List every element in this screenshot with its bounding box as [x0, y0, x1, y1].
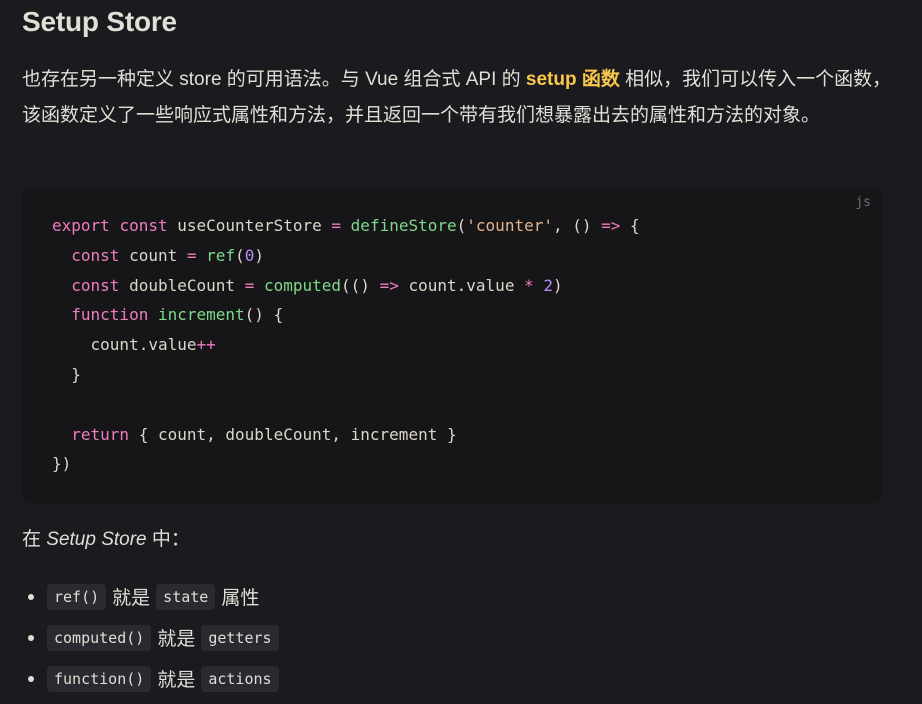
inline-code: function() — [47, 665, 152, 692]
subheading-emphasis: Setup Store — [46, 529, 147, 550]
subheading-suffix: 中： — [146, 529, 190, 550]
bullet-icon — [28, 593, 34, 600]
code-line: }) — [52, 454, 72, 474]
list-item-verb: 就是 — [157, 629, 196, 650]
setup-store-subheading: 在 Setup Store 中： — [22, 524, 190, 556]
bullet-icon — [28, 675, 34, 682]
intro-text-1: 也存在另一种定义 store 的可用语法。与 Vue 组合式 API 的 — [22, 69, 526, 90]
list-item: function() 就是 actions — [22, 658, 279, 699]
code-language-label: js — [855, 195, 871, 210]
inline-code: ref() — [47, 583, 107, 610]
list-item-suffix: 属性 — [221, 588, 260, 609]
code-line: return { count, doubleCount, increment } — [71, 424, 457, 444]
bullet-icon — [28, 634, 34, 641]
list-item: computed() 就是 getters — [22, 617, 279, 658]
subheading-prefix: 在 — [22, 529, 47, 550]
code-line: const doubleCount = computed(() => count… — [71, 275, 563, 295]
intro-paragraph: 也存在另一种定义 store 的可用语法。与 Vue 组合式 API 的 set… — [22, 62, 894, 134]
mapping-list: ref() 就是 state 属性 computed() 就是 getters … — [22, 576, 279, 699]
inline-code: computed() — [47, 624, 152, 651]
code-line: count.value++ — [90, 335, 216, 355]
code-line: function increment() { — [71, 305, 284, 325]
inline-code: actions — [201, 665, 279, 692]
code-line: } — [52, 364, 81, 384]
code-content: export const useCounterStore = defineSto… — [52, 211, 640, 479]
list-item-verb: 就是 — [112, 588, 151, 609]
list-item-verb: 就是 — [157, 670, 196, 691]
setup-function-link[interactable]: setup 函数 — [526, 69, 620, 90]
inline-code: state — [156, 583, 216, 610]
page-title: Setup Store — [22, 6, 177, 37]
list-item: ref() 就是 state 属性 — [22, 576, 279, 617]
code-line: const count = ref(0) — [71, 245, 264, 265]
inline-code: getters — [201, 624, 279, 651]
code-block: js export const useCounterStore = define… — [22, 187, 882, 503]
code-line: export const useCounterStore = defineSto… — [52, 216, 640, 235]
